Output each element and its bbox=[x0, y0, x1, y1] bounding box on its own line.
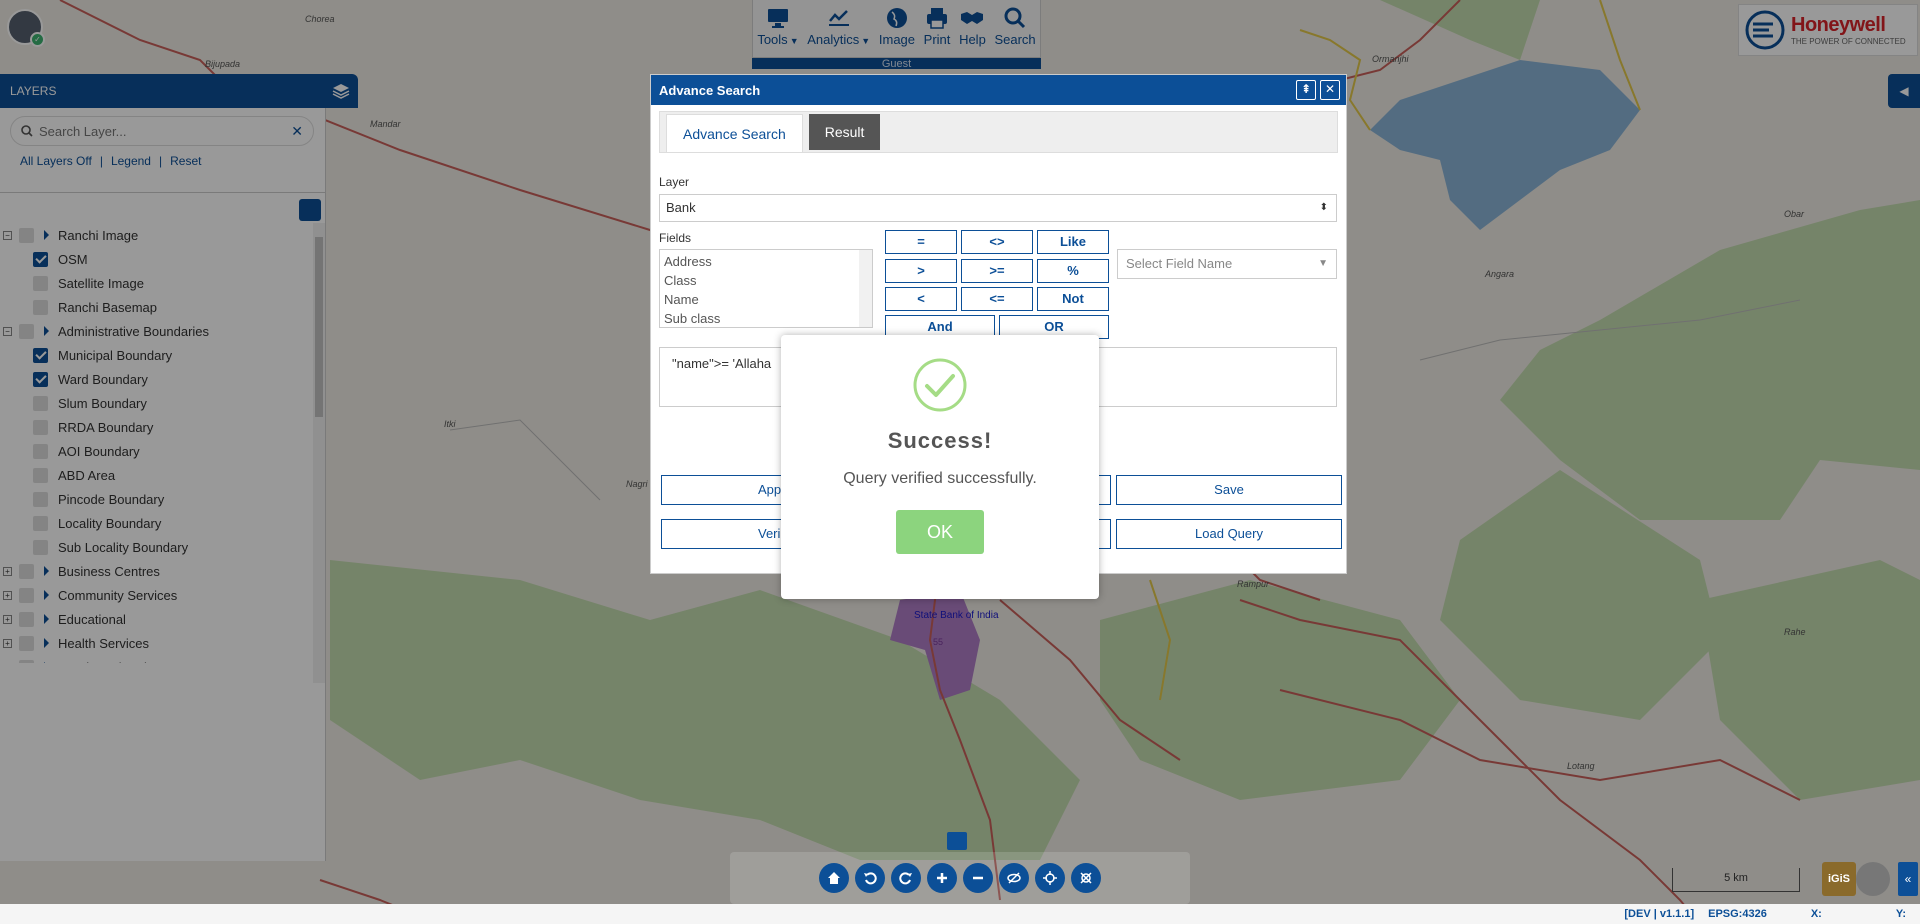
minus-icon bbox=[973, 876, 983, 880]
updown-arrows-icon: ⬍ bbox=[1319, 202, 1328, 213]
modal-message: Query verified successfully. bbox=[843, 470, 1037, 487]
layer-select[interactable]: Bank ⬍ bbox=[659, 194, 1337, 222]
zoom-in-button[interactable] bbox=[927, 863, 957, 893]
double-chevron-left-icon: « bbox=[1904, 872, 1912, 886]
modal-title: Success! bbox=[887, 428, 993, 453]
plus-icon bbox=[937, 873, 947, 883]
locate-button[interactable] bbox=[1035, 863, 1065, 893]
save-button[interactable]: Save bbox=[1116, 475, 1342, 505]
success-check-icon bbox=[913, 358, 967, 412]
crosshair-off-icon bbox=[1080, 872, 1092, 884]
field-option[interactable]: Class bbox=[664, 271, 868, 290]
version-label: [DEV | v1.1.1] bbox=[1624, 908, 1695, 920]
op-greater-button[interactable]: > bbox=[885, 259, 957, 283]
op-less-button[interactable]: < bbox=[885, 287, 957, 311]
field-option[interactable]: Sub class bbox=[664, 309, 868, 327]
scale-bar: 5 km bbox=[1672, 868, 1800, 892]
field-option[interactable]: Address bbox=[664, 252, 868, 271]
layer-field-label: Layer bbox=[659, 175, 690, 189]
home-icon bbox=[828, 872, 840, 884]
dialog-titlebar: Advance Search ⇞ ✕ bbox=[651, 75, 1346, 105]
eye-off-icon bbox=[1007, 872, 1021, 884]
fields-label: Fields bbox=[659, 231, 692, 245]
op-equals-button[interactable]: = bbox=[885, 230, 957, 254]
tab-advance-search[interactable]: Advance Search bbox=[666, 114, 803, 152]
op-less-equal-button[interactable]: <= bbox=[961, 287, 1033, 311]
field-name-select[interactable]: Select Field Name ▼ bbox=[1117, 249, 1337, 279]
op-greater-equal-button[interactable]: >= bbox=[961, 259, 1033, 283]
redo-button[interactable] bbox=[891, 863, 921, 893]
collapse-panel-button[interactable]: « bbox=[1898, 862, 1918, 896]
field-option[interactable]: Name bbox=[664, 290, 868, 309]
dialog-title: Advance Search bbox=[659, 82, 761, 98]
ok-button[interactable]: OK bbox=[896, 510, 984, 554]
dialog-tabs: Advance Search Result bbox=[659, 111, 1338, 153]
projection-label: EPSG:4326 bbox=[1708, 908, 1767, 920]
map-navigation-bar bbox=[730, 852, 1190, 904]
zoom-out-button[interactable] bbox=[963, 863, 993, 893]
field-name-placeholder: Select Field Name bbox=[1126, 256, 1233, 271]
undo-icon bbox=[864, 872, 877, 885]
clear-location-button[interactable] bbox=[1071, 863, 1101, 893]
fields-list[interactable]: Address Class Name Sub class bbox=[659, 249, 873, 328]
minimize-icon[interactable]: ⇞ bbox=[1296, 80, 1316, 100]
crosshair-icon bbox=[1043, 871, 1057, 885]
y-coordinate-label: Y: bbox=[1895, 908, 1906, 920]
home-button[interactable] bbox=[819, 863, 849, 893]
close-icon[interactable]: ✕ bbox=[1320, 80, 1340, 100]
compass-icon[interactable] bbox=[1856, 862, 1890, 896]
load-query-button[interactable]: Load Query bbox=[1116, 519, 1342, 549]
igis-logo[interactable]: iGiS bbox=[1822, 862, 1856, 896]
x-coordinate-label: X: bbox=[1810, 908, 1822, 920]
nav-toolbar-toggle-button[interactable] bbox=[947, 832, 967, 850]
status-bar: [DEV | v1.1.1] EPSG:4326 X: Y: bbox=[0, 904, 1920, 924]
undo-button[interactable] bbox=[855, 863, 885, 893]
op-not-equal-button[interactable]: <> bbox=[961, 230, 1033, 254]
chevron-down-icon: ▼ bbox=[1318, 258, 1328, 269]
redo-icon bbox=[899, 872, 912, 885]
fields-scrollbar[interactable] bbox=[859, 250, 872, 327]
op-not-button[interactable]: Not bbox=[1037, 287, 1109, 311]
hide-layers-button[interactable] bbox=[999, 863, 1029, 893]
tab-result[interactable]: Result bbox=[808, 114, 881, 150]
layer-select-value: Bank bbox=[666, 200, 696, 215]
query-text: "name">= 'Allaha bbox=[672, 356, 772, 371]
op-percent-button[interactable]: % bbox=[1037, 259, 1109, 283]
success-modal: Success! Query verified successfully. OK bbox=[781, 335, 1099, 599]
op-like-button[interactable]: Like bbox=[1037, 230, 1109, 254]
